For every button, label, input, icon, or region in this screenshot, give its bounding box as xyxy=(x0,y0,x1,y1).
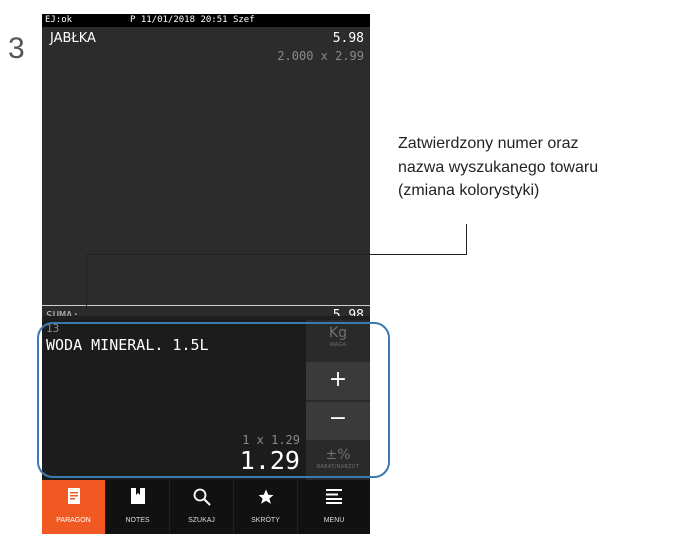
ej-status: EJ:ok xyxy=(45,15,73,25)
receipt-icon xyxy=(42,480,105,510)
nav-paragon-label: PARAGON xyxy=(56,517,91,524)
search-icon xyxy=(170,480,233,510)
annotation-line-3: (zmiana kolorystyki) xyxy=(398,182,540,199)
nav-menu-label: MENU xyxy=(323,517,345,524)
nav-szukaj-label: SZUKAJ xyxy=(188,517,215,524)
star-icon xyxy=(234,480,297,510)
receipt-panel[interactable]: JABŁKA 5.98 2.000 x 2.99 SUMA: 5.98 xyxy=(42,27,370,323)
step-number: 3 xyxy=(8,32,25,65)
annotation-line-2: nazwa wyszukanego towaru xyxy=(398,158,599,176)
nav-notes[interactable]: NOTES xyxy=(106,480,170,534)
receipt-item-name: JABŁKA xyxy=(50,31,96,46)
nav-menu[interactable]: MENU xyxy=(298,480,370,534)
leader-line-pointer xyxy=(86,254,87,311)
nav-skroty[interactable]: SKRÓTY xyxy=(234,480,298,534)
leader-line xyxy=(466,224,467,254)
notes-icon xyxy=(106,480,169,510)
annotation-text: Zatwierdzony numer oraz nazwa wyszukaneg… xyxy=(398,132,674,203)
nav-notes-label: NOTES xyxy=(125,517,150,524)
sum-divider xyxy=(42,305,370,306)
status-bar: EJ:ok P 11/01/2018 20:51 Szef xyxy=(42,14,370,27)
annotation-line-1: Zatwierdzony numer oraz xyxy=(398,135,579,152)
highlight-frame xyxy=(37,322,390,478)
status-datetime: P 11/01/2018 20:51 Szef xyxy=(130,15,255,25)
nav-szukaj[interactable]: SZUKAJ xyxy=(170,480,234,534)
menu-icon xyxy=(298,480,370,510)
bottom-nav: PARAGON NOTES SZUKAJ SKRÓTY MENU xyxy=(42,480,370,534)
nav-paragon[interactable]: PARAGON xyxy=(42,480,106,534)
receipt-item-total: 5.98 xyxy=(332,31,364,46)
leader-line-horizontal xyxy=(86,254,467,255)
nav-skroty-label: SKRÓTY xyxy=(251,517,280,524)
receipt-item-qty: 2.000 x 2.99 xyxy=(277,49,364,63)
